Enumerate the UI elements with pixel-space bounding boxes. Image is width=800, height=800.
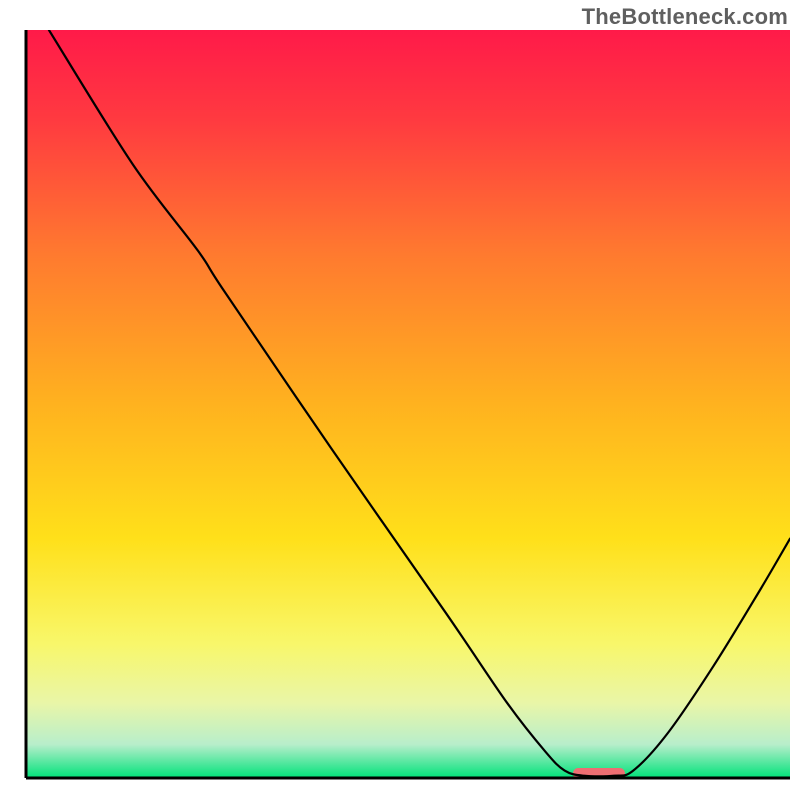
watermark-text: TheBottleneck.com	[582, 4, 788, 30]
chart-stage: TheBottleneck.com	[0, 0, 800, 800]
gradient-background	[26, 30, 790, 778]
chart-canvas	[0, 0, 800, 800]
